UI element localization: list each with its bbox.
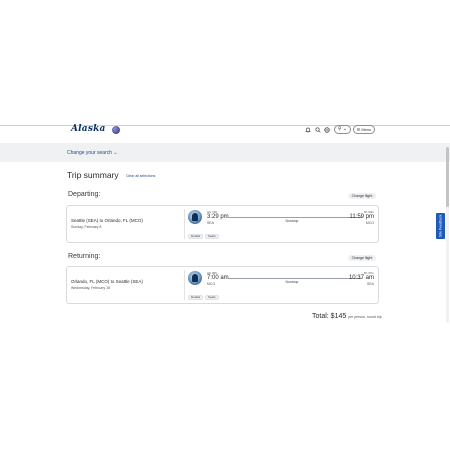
- details-tag[interactable]: Details: [188, 295, 204, 300]
- total-price: Total: $145: [312, 313, 347, 320]
- page: Alaska ⚲ ⌄ ☰ Menu Change your search ⌄ S…: [0, 0, 450, 450]
- departure-time: 3:29 pm: [207, 214, 229, 220]
- card-divider: [184, 209, 185, 239]
- globe-icon[interactable]: [324, 127, 330, 133]
- trip-total: Total: $145 per person, round trip: [312, 313, 382, 320]
- total-note: per person, round trip: [348, 315, 382, 319]
- arrival-time: 11:59 pm: [349, 214, 374, 220]
- stops-label: Nonstop: [285, 280, 299, 284]
- flight-date: Wednesday, February 18: [71, 286, 110, 290]
- arrival-airport: MCO: [365, 221, 374, 225]
- seats-tag[interactable]: Seats: [205, 234, 219, 239]
- site-feedback-tab[interactable]: Site Feedback: [436, 213, 445, 239]
- departing-flight-card[interactable]: Seattle (SEA) to Orlando, FL (MCO) Sunda…: [66, 205, 379, 243]
- seats-tag[interactable]: Seats: [205, 295, 219, 300]
- stops-label: Nonstop: [285, 219, 299, 223]
- departure-airport: MCO: [207, 282, 216, 286]
- clear-selections-link[interactable]: Clear all selections: [126, 174, 155, 178]
- flight-route: Orlando, FL (MCO) to Seattle (SEA): [71, 279, 143, 284]
- account-button[interactable]: ⚲ ⌄: [334, 125, 351, 134]
- aircraft-tail-icon: [188, 271, 202, 285]
- aircraft-tail-icon: [188, 210, 202, 224]
- arrival-time: 10:37 am: [348, 275, 374, 281]
- scrollbar-thumb[interactable]: [446, 147, 449, 207]
- page-title: Trip summary: [67, 170, 119, 180]
- bell-icon[interactable]: [305, 127, 311, 133]
- departing-label: Departing:: [68, 191, 101, 198]
- header: [0, 126, 450, 142]
- route-line: [228, 217, 362, 218]
- returning-flight-card[interactable]: Orlando, FL (MCO) to Seattle (SEA) Wedne…: [66, 266, 379, 304]
- departure-airport: SEA: [207, 221, 215, 225]
- change-returning-flight-button[interactable]: Change flight: [348, 255, 376, 261]
- flight-route: Seattle (SEA) to Orlando, FL (MCO): [71, 218, 143, 223]
- details-tag[interactable]: Details: [188, 234, 204, 239]
- change-departing-flight-button[interactable]: Change flight: [348, 193, 376, 199]
- returning-label: Returning:: [68, 253, 101, 260]
- search-icon[interactable]: [315, 127, 321, 133]
- departure-time: 7:00 am: [207, 275, 229, 281]
- alaska-logo[interactable]: Alaska: [71, 124, 106, 134]
- brand-badge-icon: [112, 126, 120, 134]
- arrival-airport: SEA: [366, 282, 374, 286]
- card-divider: [184, 270, 185, 300]
- menu-button[interactable]: ☰ Menu: [353, 125, 375, 134]
- route-line: [228, 278, 362, 279]
- change-search-link[interactable]: Change your search ⌄: [67, 150, 118, 156]
- flight-date: Sunday, February 8: [71, 225, 102, 229]
